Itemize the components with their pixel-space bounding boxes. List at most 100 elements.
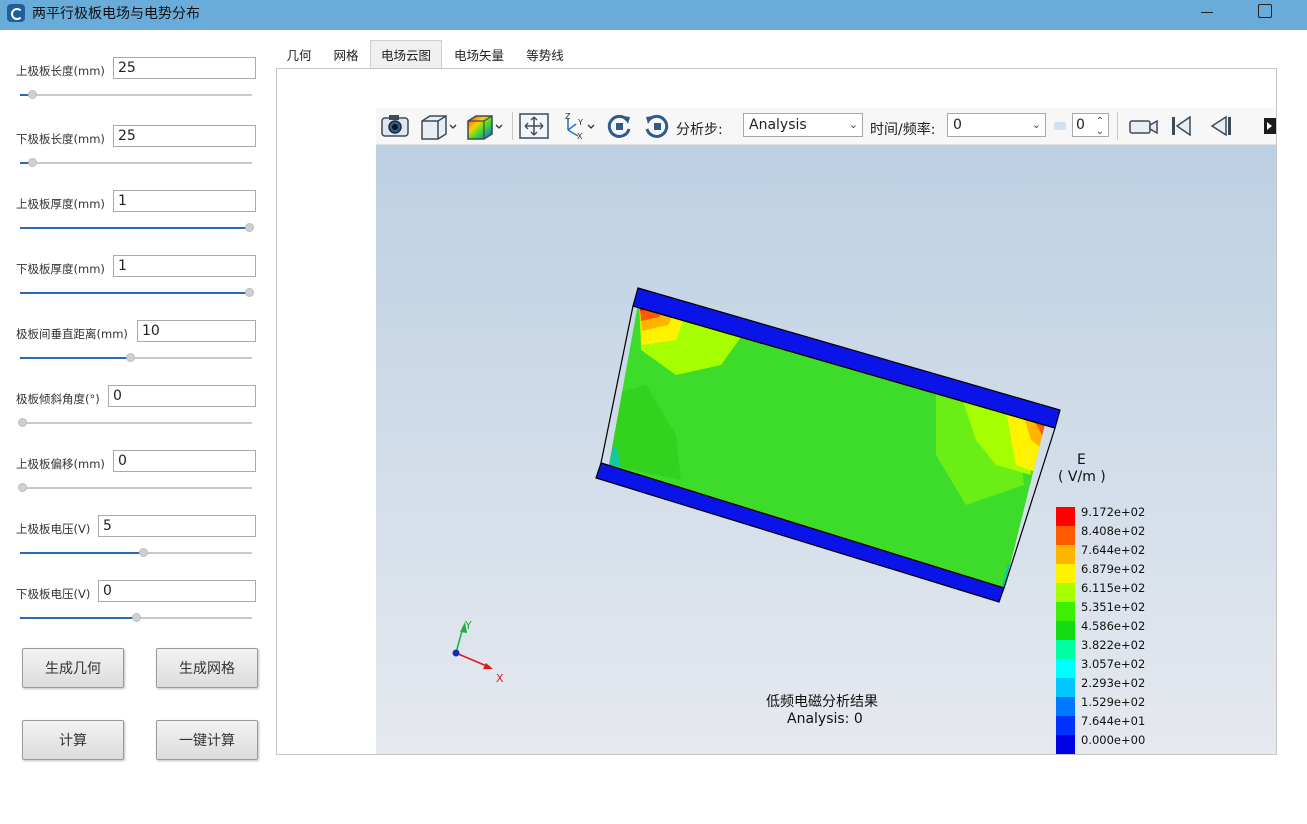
param-row-top-plate-length: 上极板长度(mm) bbox=[0, 57, 270, 117]
legend-color-block bbox=[1056, 564, 1075, 583]
slider-handle[interactable] bbox=[139, 548, 148, 557]
svg-text:Y: Y bbox=[577, 118, 583, 127]
generate-geometry-button[interactable]: 生成几何 bbox=[22, 648, 124, 688]
color-map-icon[interactable] bbox=[464, 112, 504, 140]
top-plate-thickness-input[interactable] bbox=[113, 190, 256, 212]
bottom-plate-length-input[interactable] bbox=[113, 125, 256, 147]
top-plate-thickness-slider[interactable] bbox=[20, 223, 254, 234]
param-row-bottom-plate-voltage: 下极板电压(V) bbox=[0, 580, 270, 640]
param-row-top-plate-voltage: 上极板电压(V) bbox=[0, 515, 270, 575]
slider-marker-icon bbox=[1052, 112, 1068, 140]
legend-color-block bbox=[1056, 678, 1075, 697]
time-frequency-value: 0 bbox=[953, 117, 962, 133]
plate-distance-input[interactable] bbox=[137, 320, 256, 342]
spin-arrows-icon[interactable]: ⌃ ⌄ bbox=[1096, 117, 1104, 137]
legend-value: 4.586e+02 bbox=[1081, 619, 1146, 633]
legend-value: 3.822e+02 bbox=[1081, 638, 1146, 652]
top-plate-length-input[interactable] bbox=[113, 57, 256, 79]
view-cube-icon[interactable] bbox=[418, 112, 458, 140]
analysis-step-select[interactable]: Analysis ⌄ bbox=[743, 113, 863, 137]
param-row-plate-distance: 极板间垂直距离(mm) bbox=[0, 320, 270, 380]
tilt-angle-slider[interactable] bbox=[18, 418, 252, 429]
legend-quantity: E bbox=[1077, 452, 1086, 468]
param-row-bottom-plate-thickness: 下极板厚度(mm) bbox=[0, 255, 270, 315]
slider-handle[interactable] bbox=[28, 90, 37, 99]
axis-orientation-icon[interactable]: ZYX bbox=[560, 112, 596, 141]
top-plate-length-slider[interactable] bbox=[20, 90, 252, 101]
reset-rotate-icon[interactable] bbox=[642, 112, 672, 140]
legend-value: 8.408e+02 bbox=[1081, 524, 1146, 538]
legend-value: 0.000e+00 bbox=[1081, 733, 1146, 747]
frame-spinbox-value: 0 bbox=[1076, 117, 1085, 133]
time-frequency-select[interactable]: 0 ⌄ bbox=[947, 113, 1046, 137]
slider-handle[interactable] bbox=[245, 223, 254, 232]
param-label: 极板间垂直距离(mm) bbox=[16, 327, 128, 341]
slider-handle[interactable] bbox=[132, 613, 141, 622]
maximize-icon[interactable] bbox=[1258, 4, 1272, 18]
bottom-plate-thickness-input[interactable] bbox=[113, 255, 256, 277]
slider-handle[interactable] bbox=[28, 158, 37, 167]
top-plate-voltage-input[interactable] bbox=[98, 515, 256, 537]
param-label: 下极板长度(mm) bbox=[16, 132, 105, 146]
title-bar: 两平行极板电场与电势分布 bbox=[0, 0, 1307, 30]
top-plate-voltage-slider[interactable] bbox=[20, 548, 252, 559]
param-label: 上极板长度(mm) bbox=[16, 64, 105, 78]
param-row-top-plate-thickness: 上极板厚度(mm) bbox=[0, 190, 270, 250]
svg-text:X: X bbox=[577, 132, 583, 140]
top-plate-offset-slider[interactable] bbox=[18, 483, 252, 494]
bottom-plate-thickness-slider[interactable] bbox=[20, 288, 254, 299]
tilt-angle-input[interactable] bbox=[108, 385, 256, 407]
slider-handle[interactable] bbox=[18, 418, 27, 427]
legend-value: 9.172e+02 bbox=[1081, 505, 1146, 519]
app-icon bbox=[7, 4, 25, 22]
slider-handle[interactable] bbox=[18, 483, 27, 492]
legend-color-block bbox=[1056, 697, 1075, 716]
axis-triad bbox=[452, 622, 493, 669]
rotate-icon[interactable] bbox=[604, 112, 634, 140]
legend-value: 6.115e+02 bbox=[1081, 581, 1146, 595]
previous-frame-icon[interactable] bbox=[1206, 112, 1234, 140]
fit-view-icon[interactable] bbox=[518, 112, 550, 140]
minimize-icon[interactable] bbox=[1198, 4, 1216, 20]
top-plate-offset-input[interactable] bbox=[113, 450, 256, 472]
legend-color-block bbox=[1056, 735, 1075, 754]
chevron-down-icon: ⌄ bbox=[1031, 118, 1041, 131]
bottom-plate-length-slider[interactable] bbox=[20, 158, 252, 169]
first-frame-icon[interactable] bbox=[1168, 112, 1196, 140]
generate-mesh-button[interactable]: 生成网格 bbox=[156, 648, 258, 688]
viewer-toolbar: ZYX 分析步: Analysis ⌄ 时间/频率: 0 ⌄ 0 ⌃ ⌄ bbox=[376, 108, 1276, 145]
legend-value: 1.529e+02 bbox=[1081, 695, 1146, 709]
param-row-top-plate-offset: 上极板偏移(mm) bbox=[0, 450, 270, 510]
3d-viewport[interactable]: Y X E ( V/m ) 9.172e+02 8.408e+02 7.644e+0… bbox=[376, 145, 1276, 754]
legend-color-block bbox=[1056, 583, 1075, 602]
next-frame-icon[interactable] bbox=[1262, 112, 1276, 140]
one-click-compute-button[interactable]: 一键计算 bbox=[156, 720, 258, 760]
plate-distance-slider[interactable] bbox=[20, 353, 252, 364]
legend-value: 7.644e+02 bbox=[1081, 543, 1146, 557]
slider-handle[interactable] bbox=[245, 288, 254, 297]
tab-field-contour[interactable]: 电场云图 bbox=[370, 40, 442, 68]
param-row-bottom-plate-length: 下极板长度(mm) bbox=[0, 125, 270, 185]
camera-icon[interactable] bbox=[380, 112, 410, 140]
legend-color-block bbox=[1056, 621, 1075, 640]
time-frequency-label: 时间/频率: bbox=[870, 122, 936, 138]
legend-color-block bbox=[1056, 640, 1075, 659]
tab-mesh[interactable]: 网格 bbox=[322, 40, 370, 68]
bottom-plate-voltage-slider[interactable] bbox=[20, 613, 252, 624]
field-gap-region bbox=[609, 298, 1046, 590]
video-record-icon[interactable] bbox=[1127, 112, 1161, 140]
tab-equipotential[interactable]: 等势线 bbox=[516, 40, 574, 68]
axis-x-label: X bbox=[496, 672, 504, 685]
legend-value: 3.057e+02 bbox=[1081, 657, 1146, 671]
legend-value: 2.293e+02 bbox=[1081, 676, 1146, 690]
legend-unit: ( V/m ) bbox=[1058, 469, 1106, 485]
tab-geometry[interactable]: 几何 bbox=[276, 40, 322, 68]
legend-color-block bbox=[1056, 659, 1075, 678]
slider-handle[interactable] bbox=[126, 353, 135, 362]
compute-button[interactable]: 计算 bbox=[22, 720, 124, 760]
frame-spinbox[interactable]: 0 ⌃ ⌄ bbox=[1072, 113, 1109, 137]
tab-field-vector[interactable]: 电场矢量 bbox=[442, 40, 516, 68]
param-label: 极板倾斜角度(°) bbox=[16, 392, 100, 406]
bottom-plate-voltage-input[interactable] bbox=[98, 580, 256, 602]
analysis-step-label: 分析步: bbox=[676, 122, 723, 138]
